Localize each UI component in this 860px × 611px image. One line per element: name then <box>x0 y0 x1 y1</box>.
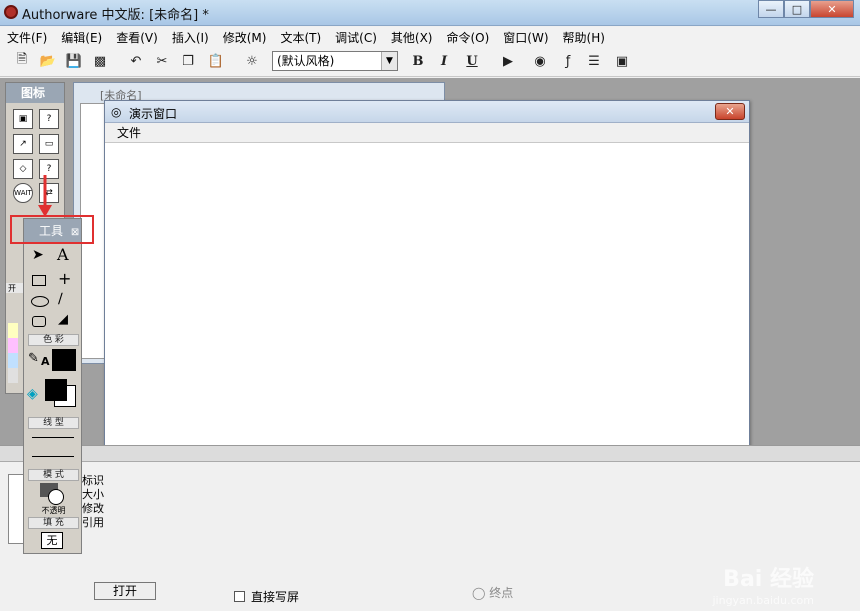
close-button[interactable]: ✕ <box>810 0 854 18</box>
menu-help[interactable]: 帮助(H) <box>556 29 612 46</box>
run-icon[interactable]: ▶ <box>498 51 518 71</box>
functions-icon[interactable]: ƒ <box>558 51 578 71</box>
presentation-menu-file[interactable]: 文件 <box>117 126 141 140</box>
menu-insert[interactable]: 插入(I) <box>165 29 216 46</box>
menu-edit[interactable]: 编辑(E) <box>54 29 109 46</box>
menu-text[interactable]: 文本(T) <box>273 29 328 46</box>
motion-icon[interactable]: ↗ <box>13 134 33 154</box>
import-icon[interactable]: ▩ <box>90 51 110 71</box>
main-toolbar: 🗎 📂 💾 ▩ ↶ ✂ ❐ 📋 ☼ B I U ▶ ◉ ƒ ☰ ▣ <box>0 47 860 77</box>
fill-value[interactable]: 无 <box>41 532 63 549</box>
wait-icon[interactable]: WAIT <box>13 183 33 203</box>
color-section-label: 色 彩 <box>28 334 79 346</box>
line-section-label: 线 型 <box>28 417 79 429</box>
maximize-button[interactable]: □ <box>784 0 810 18</box>
fill-color-swatch[interactable] <box>45 379 67 401</box>
mode-value: 不透明 <box>41 506 66 515</box>
minimize-button[interactable]: — <box>758 0 784 18</box>
italic-button[interactable]: I <box>434 51 454 71</box>
fill-bucket-icon[interactable]: ◈ <box>27 386 38 402</box>
polygon-tool-icon[interactable]: ◢ <box>58 312 68 327</box>
fill-section-label: 填 充 <box>28 517 79 529</box>
save-all-icon[interactable]: 💾 <box>64 51 84 71</box>
find-icon[interactable]: ☼ <box>242 51 262 71</box>
line-tool-icon[interactable]: ∕ <box>58 291 63 307</box>
red-arrow-icon <box>38 175 52 217</box>
mode-circle-icon[interactable] <box>48 489 64 505</box>
new-file-icon[interactable]: 🗎 <box>12 51 32 71</box>
icons-palette-title: 图标 <box>6 83 64 103</box>
presentation-title-bar: ◎ 演示窗口 ✕ <box>105 101 749 123</box>
end-point-label: 终点 <box>489 586 514 600</box>
window-title: Authorware 中文版: [未命名] * <box>22 8 209 23</box>
prop-label-ref: 引用 <box>82 516 104 529</box>
rectangle-tool-icon[interactable] <box>32 275 46 286</box>
bold-button[interactable]: B <box>408 51 428 71</box>
tools-palette: 工具 ⊠ ➤ A + ∕ ◢ 色 彩 ✎ A ◈ 线 型 模 式 不透明 填 充… <box>23 218 82 554</box>
menu-debug[interactable]: 调试(C) <box>328 29 384 46</box>
open-folder-icon[interactable]: 📂 <box>38 51 58 71</box>
paste-icon[interactable]: 📋 <box>206 51 226 71</box>
display-icon[interactable]: ▣ <box>13 109 33 129</box>
color-swatches[interactable] <box>8 323 18 383</box>
text-style-select[interactable]: (默认风格) ▼ <box>272 51 398 71</box>
menu-bar: 文件(F) 编辑(E) 查看(V) 插入(I) 修改(M) 文本(T) 调试(C… <box>0 27 860 47</box>
erase-icon[interactable]: ▭ <box>39 134 59 154</box>
text-color-label: A <box>41 355 50 368</box>
line-style-thin[interactable] <box>32 437 74 438</box>
properties-header <box>0 446 860 462</box>
direct-write-label: 直接写屏 <box>251 590 300 604</box>
menu-file[interactable]: 文件(F) <box>0 29 54 46</box>
copy-icon[interactable]: ❐ <box>178 51 198 71</box>
cut-icon[interactable]: ✂ <box>152 51 172 71</box>
text-tool-icon[interactable]: A <box>57 245 69 264</box>
chevron-down-icon: ▼ <box>381 52 397 70</box>
control-panel-icon[interactable]: ◉ <box>530 51 550 71</box>
title-bar: Authorware 中文版: [未命名] * — □ ✕ <box>0 0 860 26</box>
variables-icon[interactable]: ☰ <box>584 51 604 71</box>
mode-section-label: 模 式 <box>28 469 79 481</box>
baidu-watermark: Bai 经验 <box>723 567 814 592</box>
text-style-value: (默认风格) <box>277 54 335 68</box>
line-style-medium[interactable] <box>32 456 74 457</box>
menu-other[interactable]: 其他(X) <box>384 29 440 46</box>
baidu-watermark-url: jingyan.baidu.com <box>712 594 814 607</box>
open-button[interactable]: 打开 <box>94 582 156 600</box>
underline-button[interactable]: U <box>462 51 482 71</box>
undo-icon[interactable]: ↶ <box>126 51 146 71</box>
menu-modify[interactable]: 修改(M) <box>216 29 274 46</box>
presentation-window-icon: ◎ <box>111 105 122 119</box>
menu-window[interactable]: 窗口(W) <box>496 29 555 46</box>
tools-highlight-box <box>10 215 94 244</box>
foreground-color-swatch[interactable] <box>52 349 76 371</box>
presentation-title: 演示窗口 <box>129 107 178 121</box>
menu-view[interactable]: 查看(V) <box>109 29 165 46</box>
menu-command[interactable]: 命令(O) <box>439 29 496 46</box>
window-controls: — □ ✕ <box>758 0 854 18</box>
end-point-option[interactable]: ◯ 终点 <box>472 584 513 601</box>
presentation-menu-bar: 文件 <box>105 123 749 143</box>
direct-write-checkbox[interactable] <box>234 591 245 602</box>
direct-write-option[interactable]: 直接写屏 <box>234 588 299 605</box>
rounded-rect-tool-icon[interactable] <box>32 316 46 327</box>
ellipse-tool-icon[interactable] <box>31 296 49 307</box>
decision-icon[interactable]: ◇ <box>13 159 33 179</box>
crosshair-tool-icon[interactable]: + <box>58 269 71 288</box>
presentation-close-button[interactable]: ✕ <box>715 103 745 120</box>
question-icon[interactable]: ? <box>39 109 59 129</box>
pen-color-icon[interactable]: ✎ <box>28 351 39 366</box>
pointer-tool-icon[interactable]: ➤ <box>32 247 44 263</box>
knowledge-objects-icon[interactable]: ▣ <box>612 51 632 71</box>
authorware-app-icon <box>4 5 18 19</box>
